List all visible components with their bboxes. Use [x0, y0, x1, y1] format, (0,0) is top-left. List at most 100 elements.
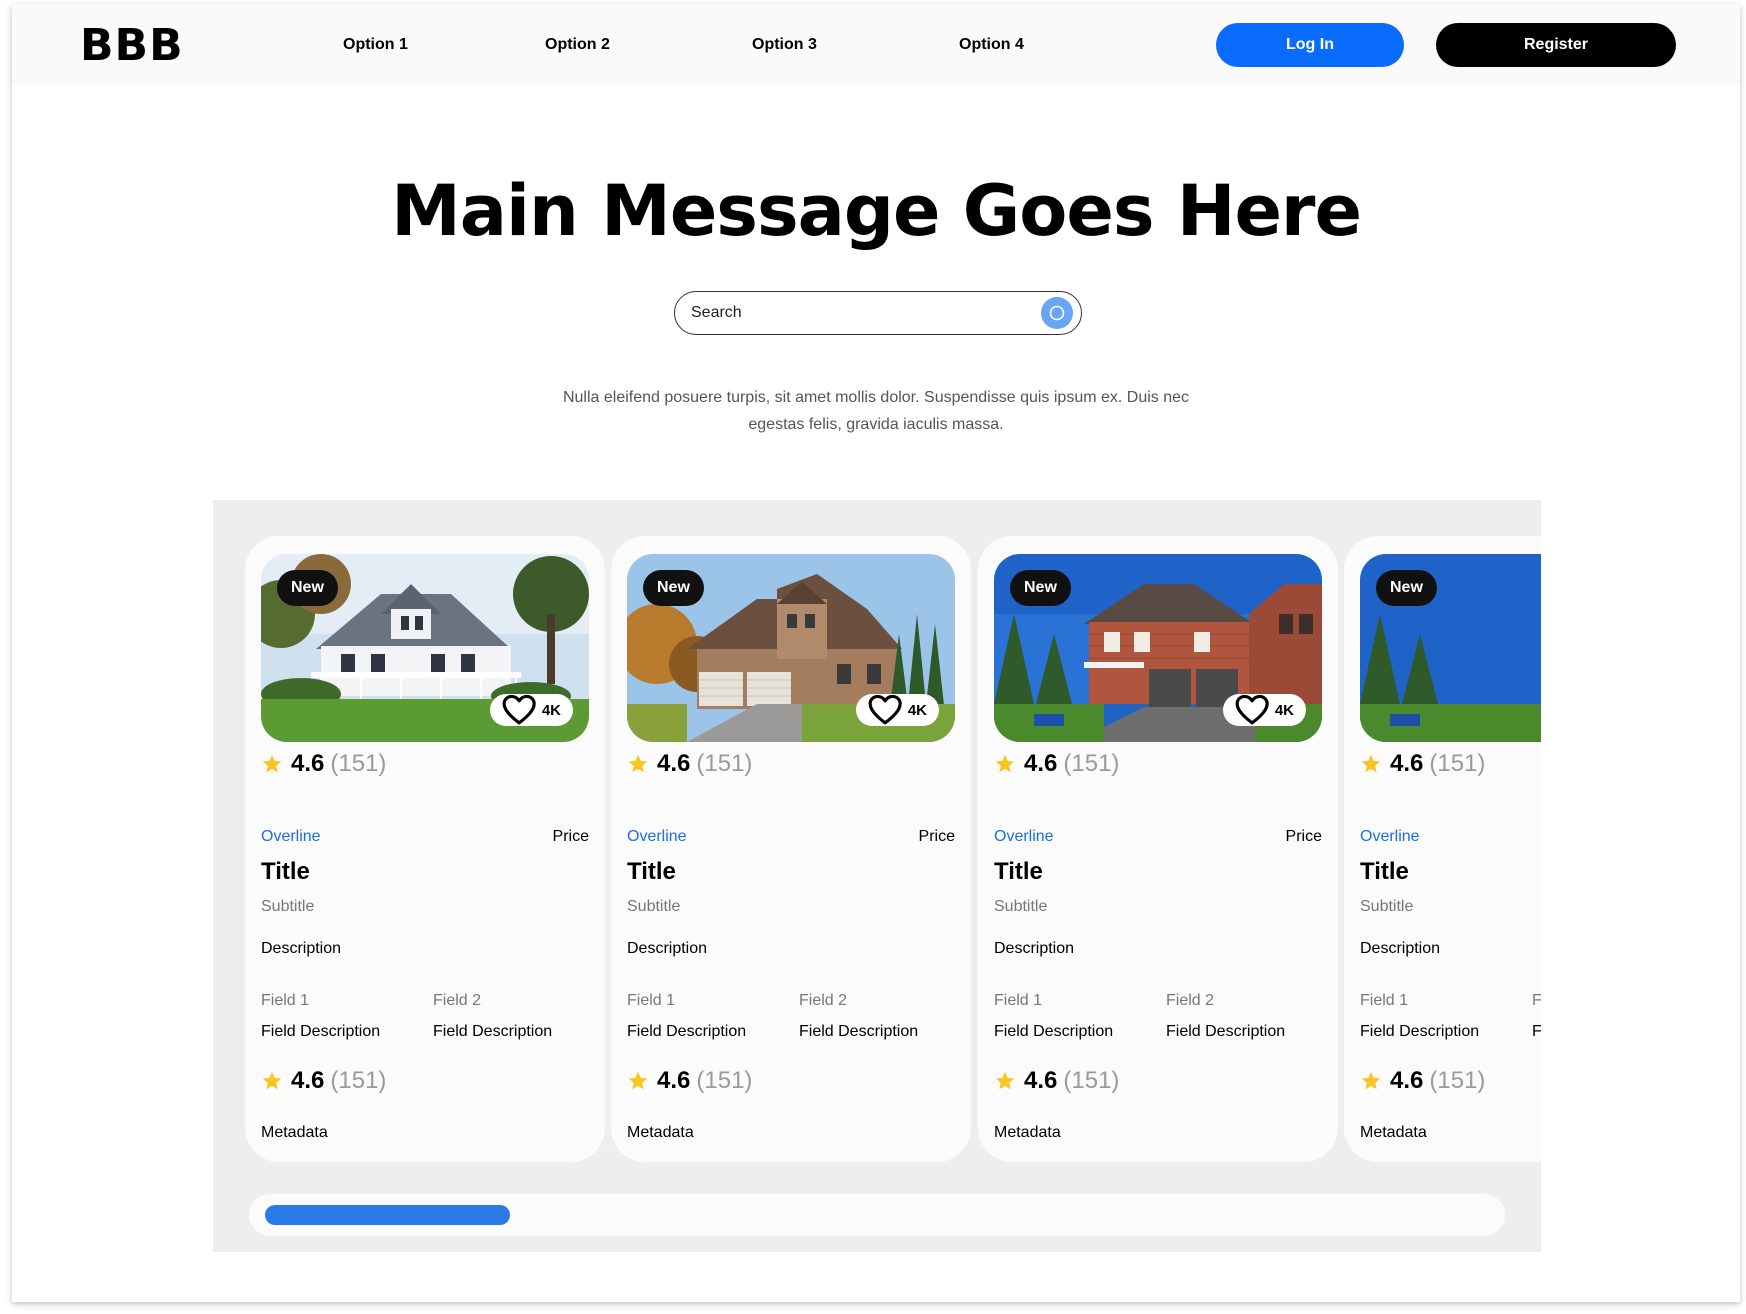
card-overline: Overline [261, 828, 321, 845]
card-rating: 4.6 (151) [627, 750, 752, 778]
card-image[interactable]: New 4K [261, 554, 589, 742]
field-2-value: Field Description [433, 1023, 553, 1040]
register-button[interactable]: Register [1436, 23, 1676, 67]
search-icon [1049, 305, 1065, 321]
new-badge-label: New [291, 579, 324, 596]
star-icon [261, 1070, 285, 1092]
card-title[interactable]: Title [1360, 858, 1409, 886]
card-subtitle: Subtitle [627, 898, 681, 915]
new-badge: New [277, 570, 338, 606]
nav-option-1[interactable]: Option 1 [343, 36, 408, 54]
card-title[interactable]: Title [994, 858, 1043, 886]
card-overline: Overline [627, 828, 687, 845]
field-1-label: Field 1 [261, 992, 310, 1009]
field-2-value: Field Description [1166, 1023, 1286, 1040]
card-rating-secondary: 4.6 (151) [1360, 1067, 1485, 1095]
card-rating-secondary: 4.6 (151) [261, 1067, 386, 1095]
field-1-label: Field 1 [1360, 992, 1409, 1009]
card-subtitle: Subtitle [994, 898, 1048, 915]
listing-card[interactable]: New 4K 4.6 (151) Overline Price Title Su… [1344, 536, 1541, 1162]
rating-count: (151) [1063, 750, 1120, 777]
heart-icon [502, 694, 536, 725]
search-bar [674, 291, 1082, 335]
header: BBB Option 1 Option 2 Option 3 Option 4 … [12, 4, 1740, 84]
nav-option-3[interactable]: Option 3 [752, 36, 817, 54]
rating-count: (151) [696, 750, 753, 777]
card-price: Price [1285, 828, 1322, 845]
card-overline: Overline [1360, 828, 1420, 845]
rating-value: 4.6 [291, 750, 325, 777]
card-overline: Overline [994, 828, 1054, 845]
rating-count: (151) [1429, 750, 1486, 777]
star-icon [261, 753, 285, 775]
card-rating: 4.6 (151) [1360, 750, 1485, 778]
card-title[interactable]: Title [261, 858, 310, 886]
rating-count: (151) [330, 1067, 387, 1094]
rating-count: (151) [696, 1067, 753, 1094]
rating-count: (151) [330, 750, 387, 777]
field-1-value: Field Description [1360, 1023, 1480, 1040]
star-icon [1360, 753, 1384, 775]
logo[interactable]: BBB [80, 24, 184, 68]
card-price: Price [552, 828, 589, 845]
card-description: Description [627, 940, 708, 957]
field-1-value: Field Description [627, 1023, 747, 1040]
favorite-button[interactable]: 4K [855, 694, 939, 726]
nav-option-2[interactable]: Option 2 [545, 36, 610, 54]
field-2-value: Field Description [799, 1023, 919, 1040]
page-frame: BBB Option 1 Option 2 Option 3 Option 4 … [12, 4, 1740, 1302]
field-2-label: Field 2 [1532, 992, 1541, 1009]
field-1-label: Field 1 [994, 992, 1043, 1009]
star-icon [627, 753, 651, 775]
new-badge-label: New [1024, 579, 1057, 596]
carousel-scrollbar[interactable] [249, 1194, 1505, 1236]
new-badge-label: New [1390, 579, 1423, 596]
card-image[interactable]: New 4K [994, 554, 1322, 742]
card-metadata: Metadata [1360, 1124, 1427, 1141]
card-metadata: Metadata [627, 1124, 694, 1141]
card-rating-secondary: 4.6 (151) [994, 1067, 1119, 1095]
card-description: Description [261, 940, 342, 957]
new-badge: New [643, 570, 704, 606]
card-image[interactable]: New 4K [627, 554, 955, 742]
card-rating: 4.6 (151) [994, 750, 1119, 778]
favorite-button[interactable]: 4K [1222, 694, 1306, 726]
card-subtitle: Subtitle [1360, 898, 1414, 915]
card-image[interactable]: New 4K [1360, 554, 1541, 742]
card-title[interactable]: Title [627, 858, 676, 886]
card-rating: 4.6 (151) [261, 750, 386, 778]
search-input[interactable] [691, 300, 1021, 326]
new-badge-label: New [657, 579, 690, 596]
rating-value: 4.6 [291, 1067, 325, 1094]
star-icon [1360, 1070, 1384, 1092]
card-price: Price [918, 828, 955, 845]
search-button[interactable] [1041, 297, 1073, 329]
listing-card[interactable]: New 4K 4.6 (151) Overline Price Title Su… [611, 536, 971, 1162]
scrollbar-thumb[interactable] [265, 1205, 510, 1225]
listing-card[interactable]: New 4K 4.6 (151) Overline Price Title Su… [978, 536, 1338, 1162]
hero-title: Main Message Goes Here [391, 170, 1362, 252]
favorite-button[interactable]: 4K [489, 694, 573, 726]
listing-card[interactable]: New 4K 4.6 (151) Overline Price Title Su… [245, 536, 605, 1162]
rating-value: 4.6 [657, 1067, 691, 1094]
card-carousel[interactable]: New 4K 4.6 (151) Overline Price Title Su… [213, 500, 1541, 1252]
star-icon [994, 1070, 1018, 1092]
login-button[interactable]: Log In [1216, 23, 1404, 67]
nav-option-4[interactable]: Option 4 [959, 36, 1024, 54]
field-1-label: Field 1 [627, 992, 676, 1009]
heart-icon [1235, 694, 1269, 725]
heart-icon [868, 694, 902, 725]
field-2-label: Field 2 [433, 992, 482, 1009]
likes-count: 4K [907, 701, 927, 719]
rating-count: (151) [1063, 1067, 1120, 1094]
rating-value: 4.6 [657, 750, 691, 777]
star-icon [994, 753, 1018, 775]
hero-description-line-2: egestas felis, gravida iaculis massa. [748, 416, 1004, 433]
new-badge: New [1010, 570, 1071, 606]
rating-value: 4.6 [1024, 1067, 1058, 1094]
field-1-value: Field Description [994, 1023, 1114, 1040]
likes-count: 4K [1274, 701, 1294, 719]
field-2-label: Field 2 [799, 992, 848, 1009]
field-2-label: Field 2 [1166, 992, 1215, 1009]
field-1-value: Field Description [261, 1023, 381, 1040]
